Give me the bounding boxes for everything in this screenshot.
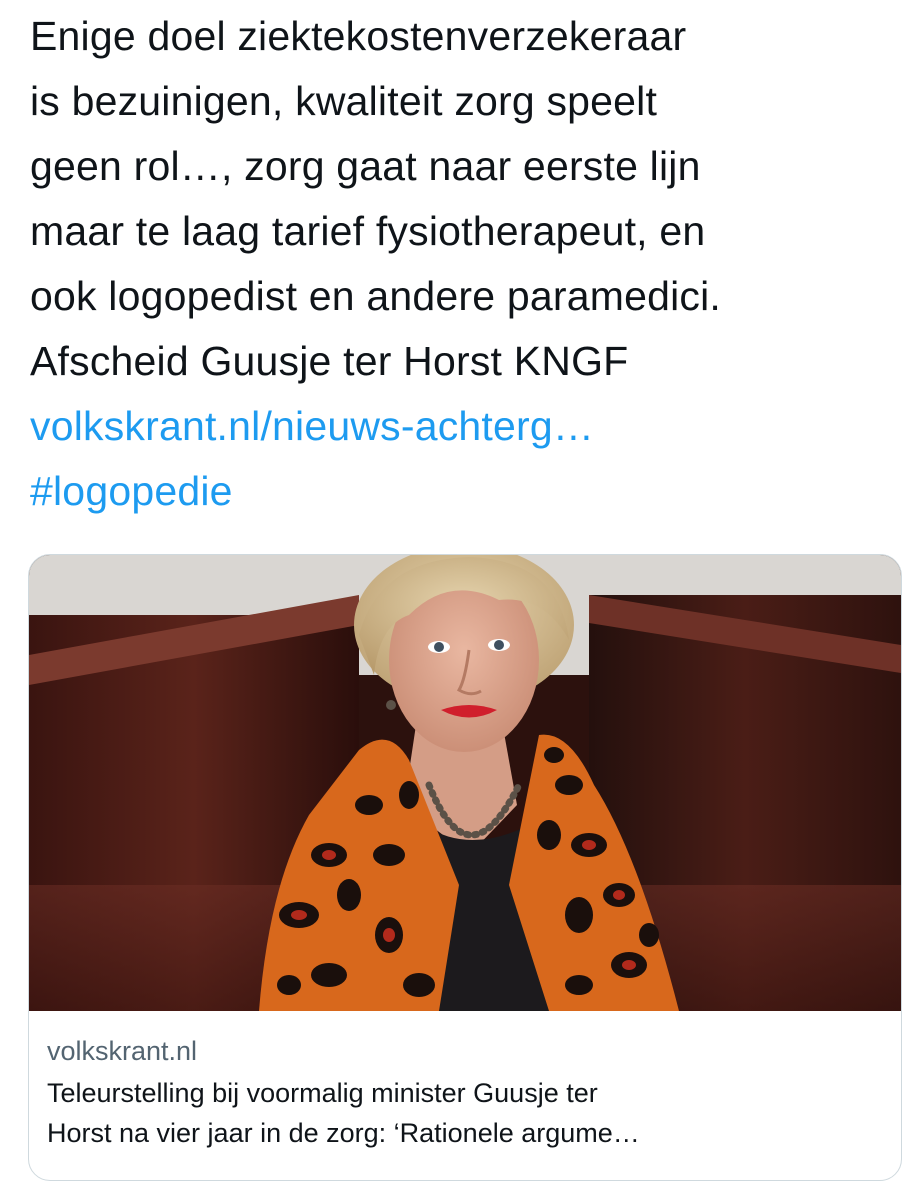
tweet-text-line: Enige doel ziektekostenverzekeraar bbox=[30, 13, 687, 59]
card-image[interactable] bbox=[29, 555, 901, 1011]
tweet-text-line: Afscheid Guusje ter Horst KNGF bbox=[30, 338, 629, 384]
card-meta: volkskrant.nl Teleurstelling bij voormal… bbox=[47, 1029, 887, 1153]
tweet-text-line: is bezuinigen, kwaliteit zorg speelt bbox=[30, 78, 658, 124]
card-title-line: Horst na vier jaar in de zorg: ‘Rationel… bbox=[47, 1118, 640, 1148]
tweet-text-line: maar te laag tarief fysiotherapeut, en bbox=[30, 208, 706, 254]
tweet-text-line: ook logopedist en andere paramedici. bbox=[30, 273, 721, 319]
card-title-line: Teleurstelling bij voormalig minister Gu… bbox=[47, 1078, 598, 1108]
tweet-text: Enige doel ziektekostenverzekeraar is be… bbox=[30, 4, 910, 524]
link-preview-card[interactable]: volkskrant.nl Teleurstelling bij voormal… bbox=[28, 554, 902, 1181]
hashtag-link[interactable]: #logopedie bbox=[30, 459, 910, 524]
article-link[interactable]: volkskrant.nl/nieuws-achterg… bbox=[30, 394, 910, 459]
tweet-text-line: geen rol…, zorg gaat naar eerste lijn bbox=[30, 143, 701, 189]
card-domain: volkskrant.nl bbox=[47, 1036, 198, 1066]
